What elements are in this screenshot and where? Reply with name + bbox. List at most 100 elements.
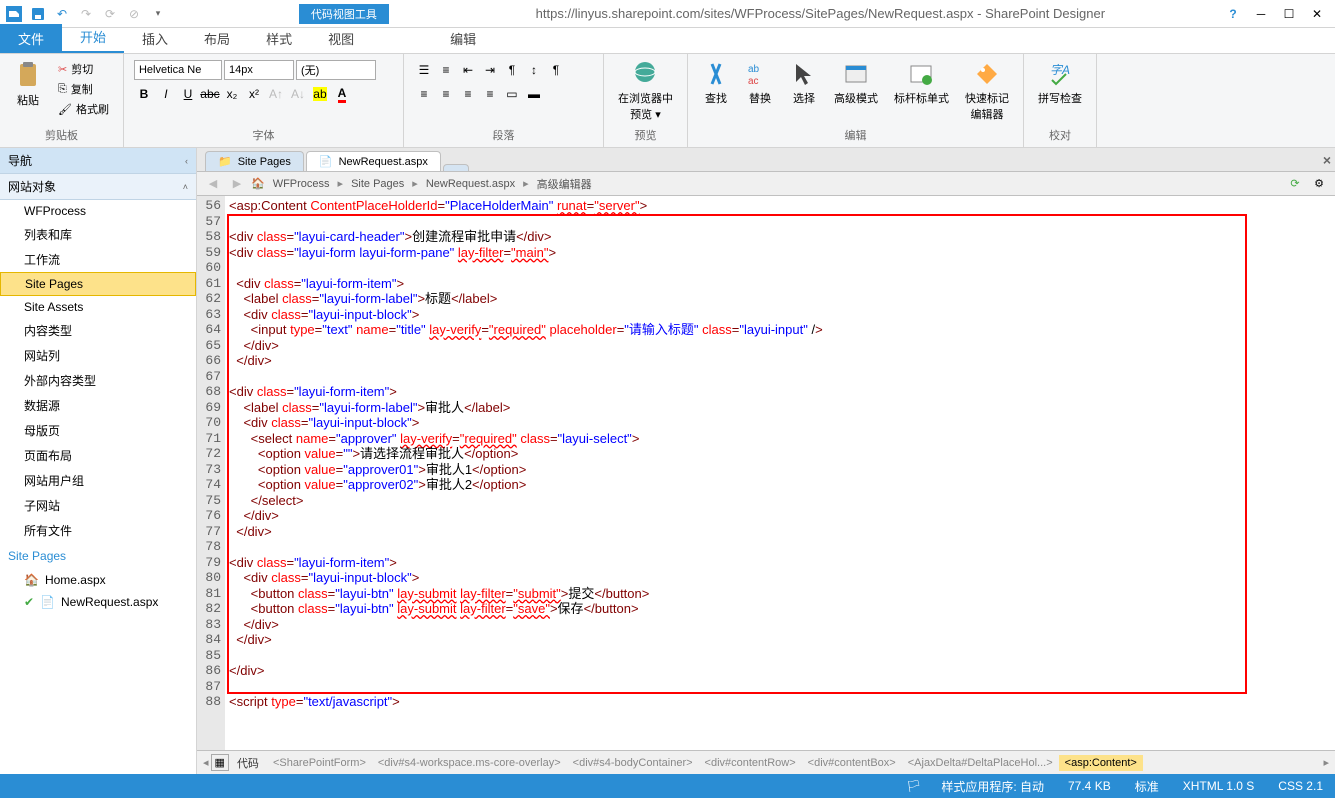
- breadcrumb-item[interactable]: NewRequest.aspx: [422, 178, 519, 190]
- flag-icon[interactable]: 🏳: [906, 779, 921, 793]
- spellcheck-button[interactable]: 字A拼写检查: [1032, 58, 1088, 108]
- nav-item[interactable]: 子网站: [0, 493, 196, 518]
- find-button[interactable]: 查找: [696, 58, 736, 108]
- breadcrumb-item[interactable]: WFProcess: [269, 178, 334, 190]
- indent-left-button[interactable]: ⇤: [458, 60, 478, 80]
- highlight-button[interactable]: ab: [310, 84, 330, 104]
- nav-item[interactable]: WFProcess: [0, 200, 196, 222]
- browser-preview-button[interactable]: 在浏览器中 预览 ▾: [612, 58, 679, 124]
- code-mode-button[interactable]: 代码: [231, 753, 265, 773]
- breadcrumb-item[interactable]: 高级编辑器: [533, 176, 596, 192]
- nav-back-icon[interactable]: ◀: [203, 174, 223, 194]
- nav-item[interactable]: Site Pages: [0, 272, 196, 296]
- direction-button[interactable]: ¶: [502, 60, 522, 80]
- redo-icon[interactable]: ↷: [76, 4, 96, 24]
- advanced-mode-button[interactable]: 高级模式: [828, 58, 884, 108]
- tag-crumb[interactable]: <asp:Content>: [1059, 755, 1143, 771]
- home-icon[interactable]: 🏠: [251, 177, 265, 190]
- nav-item[interactable]: 网站用户组: [0, 468, 196, 493]
- font-style-select[interactable]: [296, 60, 376, 80]
- nav-item[interactable]: 工作流: [0, 247, 196, 272]
- select-button[interactable]: 选择: [784, 58, 824, 108]
- tab-layout[interactable]: 布局: [186, 24, 248, 53]
- stop-icon[interactable]: ⊘: [124, 4, 144, 24]
- number-list-button[interactable]: ≡: [436, 60, 456, 80]
- underline-button[interactable]: U: [178, 84, 198, 104]
- indent-right-button[interactable]: ⇥: [480, 60, 500, 80]
- close-button[interactable]: ✕: [1307, 4, 1327, 24]
- nav-file-newrequest[interactable]: ✔📄NewRequest.aspx: [0, 591, 196, 613]
- align-center-button[interactable]: ≡: [436, 84, 456, 104]
- font-name-select[interactable]: [134, 60, 222, 80]
- tag-crumb[interactable]: <AjaxDelta#DeltaPlaceHol...>: [902, 755, 1059, 771]
- align-right-button[interactable]: ≡: [458, 84, 478, 104]
- nav-item[interactable]: 页面布局: [0, 443, 196, 468]
- undo-icon[interactable]: ↶: [52, 4, 72, 24]
- help-icon[interactable]: ?: [1223, 4, 1243, 24]
- tag-crumb[interactable]: <div#contentRow>: [699, 755, 802, 771]
- maximize-button[interactable]: ☐: [1279, 4, 1299, 24]
- tab-insert[interactable]: 插入: [124, 24, 186, 53]
- tag-crumb[interactable]: <div#s4-bodyContainer>: [567, 755, 699, 771]
- line-spacing-button[interactable]: ↕: [524, 60, 544, 80]
- italic-button[interactable]: I: [156, 84, 176, 104]
- align-left-button[interactable]: ≡: [414, 84, 434, 104]
- settings-icon[interactable]: ⚙: [1309, 174, 1329, 194]
- nav-item[interactable]: Site Assets: [0, 296, 196, 318]
- nav-item[interactable]: 列表和库: [0, 222, 196, 247]
- breadcrumb-item[interactable]: Site Pages: [347, 178, 408, 190]
- nav-file-home[interactable]: 🏠Home.aspx: [0, 569, 196, 591]
- qa-dropdown-icon[interactable]: ▾: [148, 4, 168, 24]
- nav-item[interactable]: 网站列: [0, 343, 196, 368]
- refresh-icon[interactable]: ⟳: [1285, 174, 1305, 194]
- code-content[interactable]: <asp:Content ContentPlaceHolderId="Place…: [225, 196, 1335, 750]
- code-editor[interactable]: 56 57 58 59 60 61 62 63 64 65 66 67 68 6…: [197, 196, 1335, 750]
- font-color-button[interactable]: A: [332, 84, 352, 104]
- tab-home[interactable]: 开始: [62, 22, 124, 53]
- subscript-button[interactable]: x₂: [222, 84, 242, 104]
- nav-item[interactable]: 数据源: [0, 393, 196, 418]
- border-button[interactable]: ▭: [502, 84, 522, 104]
- doc-tab-newrequest[interactable]: 📄NewRequest.aspx: [306, 151, 441, 171]
- tab-edit-context[interactable]: 编辑: [432, 24, 494, 53]
- markup-button[interactable]: 标杆标单式: [888, 58, 955, 108]
- replace-button[interactable]: abac替换: [740, 58, 780, 108]
- bold-button[interactable]: B: [134, 84, 154, 104]
- tag-crumb[interactable]: <SharePointForm>: [267, 755, 372, 771]
- align-justify-button[interactable]: ≡: [480, 84, 500, 104]
- status-xhtml[interactable]: XHTML 1.0 S: [1179, 779, 1259, 793]
- tag-crumb[interactable]: <div#s4-workspace.ms-core-overlay>: [372, 755, 567, 771]
- bullet-list-button[interactable]: ☰: [414, 60, 434, 80]
- font-size-select[interactable]: [224, 60, 294, 80]
- collapse-icon[interactable]: ‹: [185, 156, 188, 166]
- doc-tab-new[interactable]: [443, 164, 469, 171]
- status-css[interactable]: CSS 2.1: [1274, 779, 1327, 793]
- nav-subheading[interactable]: Site Pages: [0, 543, 196, 569]
- quick-tag-button[interactable]: 快速标记编辑器: [959, 58, 1015, 124]
- file-tab[interactable]: 文件: [0, 24, 62, 53]
- nav-item[interactable]: 母版页: [0, 418, 196, 443]
- show-marks-button[interactable]: ¶: [546, 60, 566, 80]
- nav-item[interactable]: 所有文件: [0, 518, 196, 543]
- app-icon[interactable]: [4, 4, 24, 24]
- tag-crumb[interactable]: <div#contentBox>: [802, 755, 902, 771]
- refresh-icon[interactable]: ⟳: [100, 4, 120, 24]
- font-shrink-button[interactable]: A↓: [288, 84, 308, 104]
- superscript-button[interactable]: x²: [244, 84, 264, 104]
- minimize-button[interactable]: ─: [1251, 4, 1271, 24]
- copy-button[interactable]: ⎘复制: [54, 80, 113, 98]
- nav-fwd-icon[interactable]: ▶: [227, 174, 247, 194]
- tab-close-button[interactable]: ×: [1323, 152, 1331, 168]
- tab-view[interactable]: 视图: [310, 24, 372, 53]
- save-icon[interactable]: [28, 4, 48, 24]
- nav-section-header[interactable]: 网站对象˄: [0, 174, 196, 200]
- shading-button[interactable]: ▬: [524, 84, 544, 104]
- paste-button[interactable]: 粘贴: [8, 58, 48, 110]
- cut-button[interactable]: ✂剪切: [54, 60, 113, 78]
- format-painter-button[interactable]: 🖌格式刷: [54, 100, 113, 118]
- font-grow-button[interactable]: A↑: [266, 84, 286, 104]
- strikethrough-button[interactable]: abc: [200, 84, 220, 104]
- nav-item[interactable]: 内容类型: [0, 318, 196, 343]
- doc-tab-sitepages[interactable]: 📁Site Pages: [205, 151, 304, 171]
- nav-item[interactable]: 外部内容类型: [0, 368, 196, 393]
